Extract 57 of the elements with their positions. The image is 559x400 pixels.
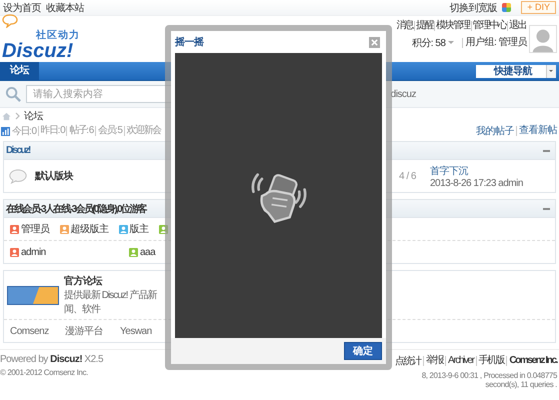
breadcrumb-link[interactable]: 论坛 — [24, 109, 43, 123]
top-link[interactable]: 收藏本站 — [46, 0, 84, 14]
thread-post-count: 4 / 6 — [399, 170, 416, 182]
close-button[interactable] — [369, 36, 380, 48]
home-icon[interactable] — [2, 112, 11, 120]
forum-name-link[interactable]: 默认版块 — [35, 169, 73, 183]
footer-link[interactable]: Archiver — [445, 356, 474, 366]
last-post-link[interactable]: 首字下沉 — [430, 164, 545, 178]
banner-image[interactable] — [7, 286, 59, 304]
user-menu-link[interactable]: 提醒 — [414, 20, 434, 30]
confirm-button[interactable]: 确定 — [344, 342, 382, 360]
footer-link[interactable]: 点统计 — [395, 354, 421, 368]
user-menu-link[interactable]: 消息 — [396, 20, 414, 30]
thread-link[interactable]: 我的帖子 — [476, 124, 514, 138]
avatar-silhouette-icon[interactable] — [529, 25, 557, 53]
logo-name[interactable]: Discuz! — [2, 42, 80, 60]
stat-text: 会员: 5 — [94, 126, 122, 136]
user-menu-link[interactable]: 退出 — [507, 20, 527, 30]
user-group-link[interactable]: 用户组: 管理员 — [462, 38, 527, 48]
chevron-icon — [15, 112, 20, 120]
footer-link[interactable]: 手机版 — [476, 356, 504, 366]
legend-label: 管理员 — [21, 223, 50, 236]
panel-title[interactable]: Discuz! — [6, 145, 30, 156]
footer-link[interactable]: 举报 — [422, 356, 444, 366]
dialog-title: 摇一摇 — [175, 36, 204, 49]
user-menu-link[interactable]: 模块管理 — [434, 20, 471, 30]
powered-by-text: Powered by Discuz! X2.5 — [0, 354, 104, 365]
hot-keyword-link[interactable]: discuz — [390, 88, 416, 100]
speech-bubble-icon — [2, 14, 18, 28]
stat-text: 昨日: 0 — [38, 126, 64, 136]
nav-tab[interactable]: 论坛 — [0, 62, 39, 80]
top-link[interactable]: 设为首页 — [3, 0, 41, 14]
legend-label: 超级版主 — [70, 222, 108, 236]
forum-bubble-icon — [9, 168, 27, 184]
friend-link[interactable]: 漫游平台 — [65, 324, 120, 338]
friend-link[interactable]: Comsenz — [10, 326, 65, 336]
color-squares-icon[interactable] — [502, 3, 512, 12]
featured-link[interactable]: 官方论坛 — [64, 274, 162, 288]
stat-text: 欢迎新会 — [124, 126, 160, 136]
featured-description: 提供最新 Discuz! 产品新闻、软件 — [64, 288, 158, 316]
user-menu-link[interactable]: 管理中心 — [470, 20, 508, 30]
logo-tagline: 社区动力 — [36, 28, 80, 42]
stat-text: 今日: 0 — [12, 125, 36, 138]
legend-label: 版主 — [130, 222, 148, 236]
member-link[interactable]: admin — [21, 246, 46, 258]
quick-nav-button[interactable]: 快捷导航 — [476, 64, 556, 78]
thread-link[interactable]: 查看新帖 — [516, 126, 557, 136]
processing-stats-text: 8, 2013-9-6 00:31 , Processed in 0.048775 second(s), 11 queries . — [420, 371, 557, 389]
stat-text: 帖子: 6 — [66, 126, 93, 136]
switch-width-link[interactable]: 切换到宽版 — [450, 0, 498, 14]
footer-link[interactable]: Comsenz Inc. — [506, 356, 557, 366]
member-link[interactable]: aaa — [140, 246, 156, 258]
last-post-meta: 2013-8-26 17:23 admin — [430, 178, 524, 188]
panel-title: 在线会员 - 3 人在线 - 3 会员(0 隐身), 0 位游客 — [6, 202, 146, 216]
credits-link[interactable]: 积分: 58 — [412, 36, 446, 50]
copyright-text: © 2001-2012 Comsenz Inc. — [0, 368, 89, 377]
search-icon[interactable] — [5, 86, 22, 102]
